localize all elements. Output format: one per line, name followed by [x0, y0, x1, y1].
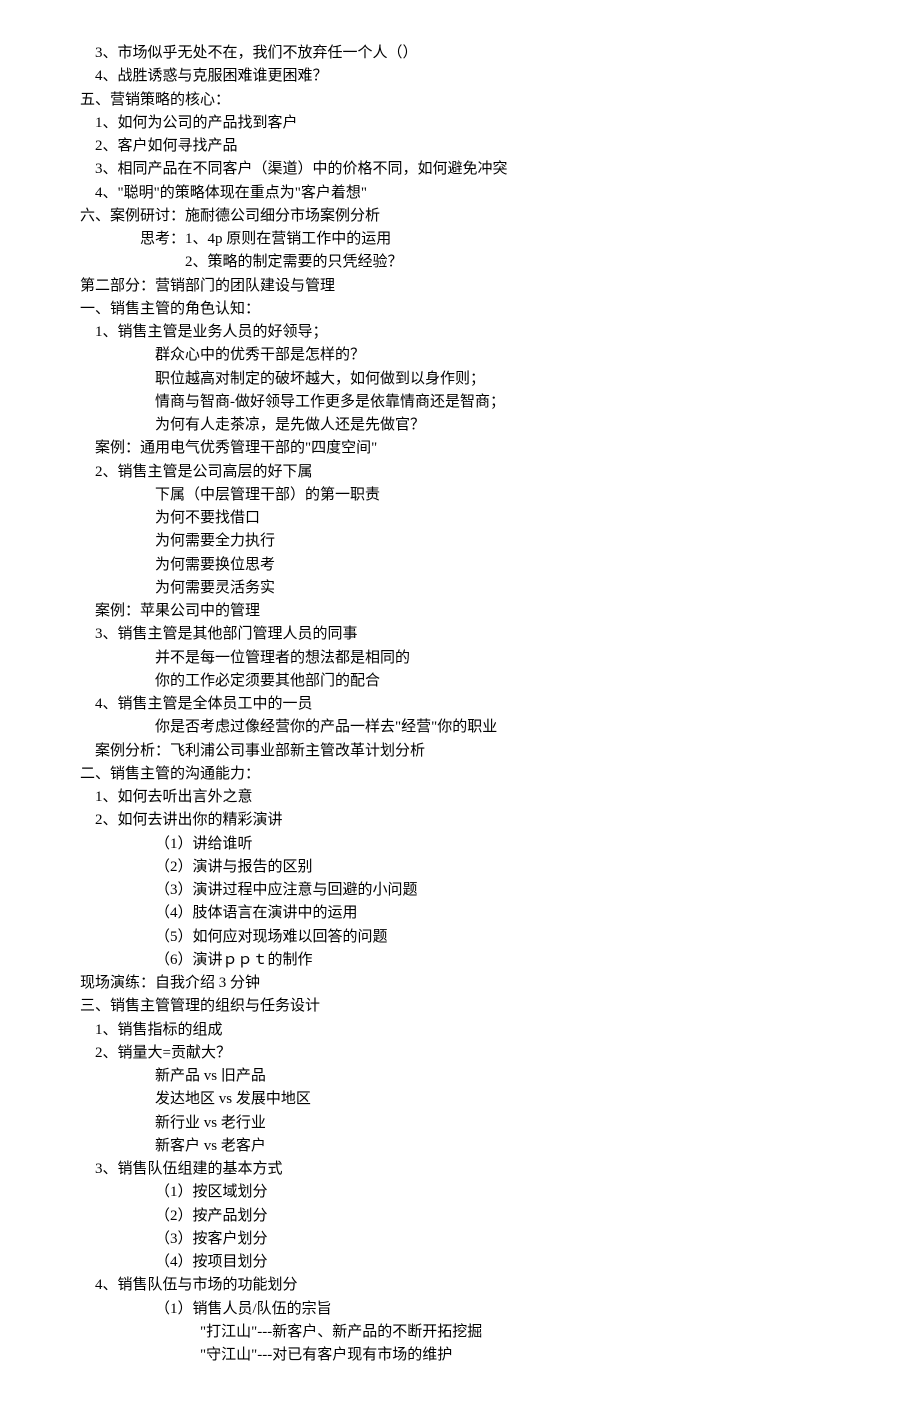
text-line: 3、销售主管是其他部门管理人员的同事	[80, 623, 920, 646]
text-line: 五、营销策略的核心：	[80, 89, 920, 112]
text-line: 1、销售指标的组成	[80, 1019, 920, 1042]
document-body: 3、市场似乎无处不在，我们不放弃任一个人（）4、战胜诱惑与克服困难谁更困难？五、…	[80, 42, 920, 1367]
text-line: （1）按区域划分	[80, 1181, 920, 1204]
text-line: 案例分析：飞利浦公司事业部新主管改革计划分析	[80, 740, 920, 763]
text-line: 第二部分：营销部门的团队建设与管理	[80, 275, 920, 298]
text-line: 发达地区 vs 发展中地区	[80, 1088, 920, 1111]
text-line: 1、销售主管是业务人员的好领导；	[80, 321, 920, 344]
text-line: （2）按产品划分	[80, 1205, 920, 1228]
text-line: （1）讲给谁听	[80, 833, 920, 856]
text-line: 思考：1、4p 原则在营销工作中的运用	[80, 228, 920, 251]
text-line: 二、销售主管的沟通能力：	[80, 763, 920, 786]
text-line: （4）肢体语言在演讲中的运用	[80, 902, 920, 925]
text-line: （4）按项目划分	[80, 1251, 920, 1274]
text-line: 3、相同产品在不同客户（渠道）中的价格不同，如何避免冲突	[80, 158, 920, 181]
text-line: "守江山"---对已有客户现有市场的维护	[80, 1344, 920, 1367]
text-line: （2）演讲与报告的区别	[80, 856, 920, 879]
text-line: 1、如何去听出言外之意	[80, 786, 920, 809]
text-line: 2、销量大=贡献大？	[80, 1042, 920, 1065]
text-line: 现场演练：自我介绍 3 分钟	[80, 972, 920, 995]
text-line: 2、销售主管是公司高层的好下属	[80, 461, 920, 484]
text-line: （6）演讲ｐｐｔ的制作	[80, 949, 920, 972]
text-line: （1）销售人员/队伍的宗旨	[80, 1298, 920, 1321]
text-line: （3）按客户划分	[80, 1228, 920, 1251]
text-line: "打江山"---新客户、新产品的不断开拓挖掘	[80, 1321, 920, 1344]
text-line: 为何需要换位思考	[80, 554, 920, 577]
text-line: 4、"聪明"的策略体现在重点为"客户着想"	[80, 182, 920, 205]
text-line: 案例：苹果公司中的管理	[80, 600, 920, 623]
text-line: 新产品 vs 旧产品	[80, 1065, 920, 1088]
text-line: 3、销售队伍组建的基本方式	[80, 1158, 920, 1181]
text-line: 2、策略的制定需要的只凭经验？	[80, 251, 920, 274]
text-line: 你的工作必定须要其他部门的配合	[80, 670, 920, 693]
text-line: 3、市场似乎无处不在，我们不放弃任一个人（）	[80, 42, 920, 65]
text-line: 2、如何去讲出你的精彩演讲	[80, 809, 920, 832]
text-line: 4、战胜诱惑与克服困难谁更困难？	[80, 65, 920, 88]
text-line: 你是否考虑过像经营你的产品一样去"经营"你的职业	[80, 716, 920, 739]
text-line: 为何需要灵活务实	[80, 577, 920, 600]
text-line: 1、如何为公司的产品找到客户	[80, 112, 920, 135]
text-line: 三、销售主管管理的组织与任务设计	[80, 995, 920, 1018]
text-line: 为何需要全力执行	[80, 530, 920, 553]
text-line: 并不是每一位管理者的想法都是相同的	[80, 647, 920, 670]
text-line: 案例：通用电气优秀管理干部的"四度空间"	[80, 437, 920, 460]
text-line: 2、客户如何寻找产品	[80, 135, 920, 158]
text-line: 新行业 vs 老行业	[80, 1112, 920, 1135]
text-line: 为何有人走茶凉，是先做人还是先做官？	[80, 414, 920, 437]
text-line: 一、销售主管的角色认知：	[80, 298, 920, 321]
text-line: （5）如何应对现场难以回答的问题	[80, 926, 920, 949]
text-line: 下属（中层管理干部）的第一职责	[80, 484, 920, 507]
text-line: 新客户 vs 老客户	[80, 1135, 920, 1158]
text-line: （3）演讲过程中应注意与回避的小问题	[80, 879, 920, 902]
text-line: 群众心中的优秀干部是怎样的？	[80, 344, 920, 367]
text-line: 六、案例研讨：施耐德公司细分市场案例分析	[80, 205, 920, 228]
text-line: 职位越高对制定的破坏越大，如何做到以身作则；	[80, 368, 920, 391]
text-line: 为何不要找借口	[80, 507, 920, 530]
text-line: 情商与智商-做好领导工作更多是依靠情商还是智商；	[80, 391, 920, 414]
text-line: 4、销售队伍与市场的功能划分	[80, 1274, 920, 1297]
text-line: 4、销售主管是全体员工中的一员	[80, 693, 920, 716]
